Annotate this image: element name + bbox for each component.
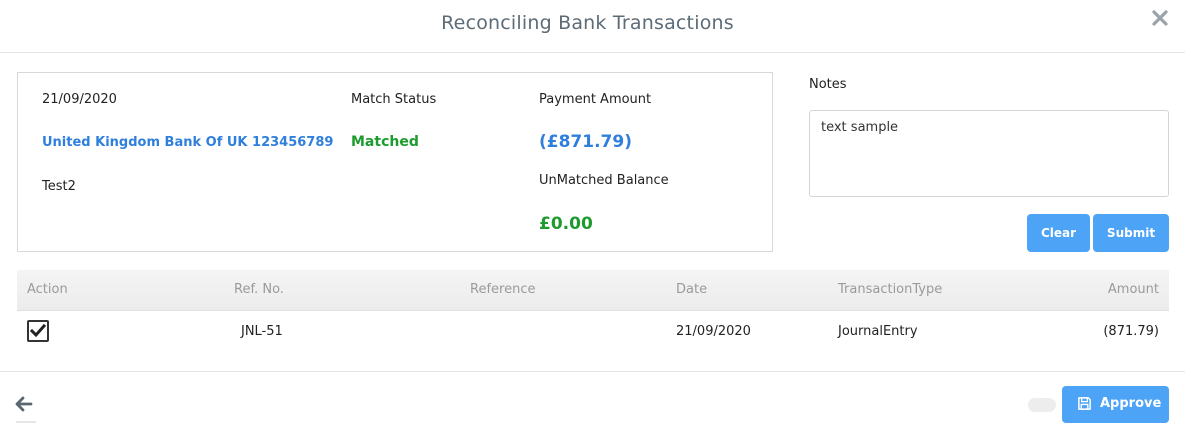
transaction-date: 21/09/2020	[42, 92, 117, 107]
back-underline	[16, 421, 36, 423]
unmatched-balance-value: £0.00	[539, 214, 593, 234]
checkmark-icon	[29, 323, 47, 338]
column-header-ref-no: Ref. No.	[234, 282, 284, 297]
bank-account-link[interactable]: United Kingdom Bank Of UK 123456789	[42, 135, 333, 150]
footer-divider	[0, 371, 1185, 372]
notes-label: Notes	[809, 77, 847, 92]
close-button[interactable]	[1149, 7, 1171, 29]
transaction-description: Test2	[42, 179, 76, 194]
match-status-value: Matched	[351, 134, 419, 150]
payment-amount-label: Payment Amount	[539, 92, 652, 107]
table-header: Action Ref. No. Reference Date Transacti…	[17, 270, 1169, 311]
modal-title: Reconciling Bank Transactions	[441, 12, 734, 34]
match-status-label: Match Status	[351, 92, 437, 107]
row-date: 21/09/2020	[676, 324, 751, 339]
column-header-amount: Amount	[1107, 282, 1159, 297]
row-transaction-type: JournalEntry	[838, 324, 918, 339]
payment-amount-value: (£871.79)	[539, 132, 632, 152]
table-row: JNL-51 21/09/2020 JournalEntry (871.79)	[17, 311, 1169, 353]
approve-button[interactable]: Approve	[1062, 386, 1169, 423]
column-header-action: Action	[27, 282, 68, 297]
transaction-summary-panel: 21/09/2020 United Kingdom Bank Of UK 123…	[17, 72, 773, 252]
row-ref-no: JNL-51	[241, 324, 283, 339]
clear-button[interactable]: Clear	[1027, 214, 1090, 252]
back-button[interactable]	[14, 394, 34, 414]
submit-button[interactable]: Submit	[1093, 214, 1169, 252]
save-icon	[1078, 397, 1091, 410]
unmatched-balance-label: UnMatched Balance	[539, 173, 669, 188]
column-header-transaction-type: TransactionType	[838, 282, 943, 297]
modal-header: Reconciling Bank Transactions	[0, 0, 1185, 53]
row-amount: (871.79)	[1103, 324, 1159, 339]
arrow-left-icon[interactable]	[14, 394, 34, 414]
column-header-date: Date	[676, 282, 708, 297]
row-select-checkbox[interactable]	[27, 320, 49, 342]
notes-textarea[interactable]: text sample	[809, 110, 1169, 197]
approve-label: Approve	[1100, 396, 1162, 411]
loading-placeholder	[1028, 398, 1056, 412]
column-header-reference: Reference	[470, 282, 536, 297]
close-icon[interactable]	[1149, 7, 1171, 29]
